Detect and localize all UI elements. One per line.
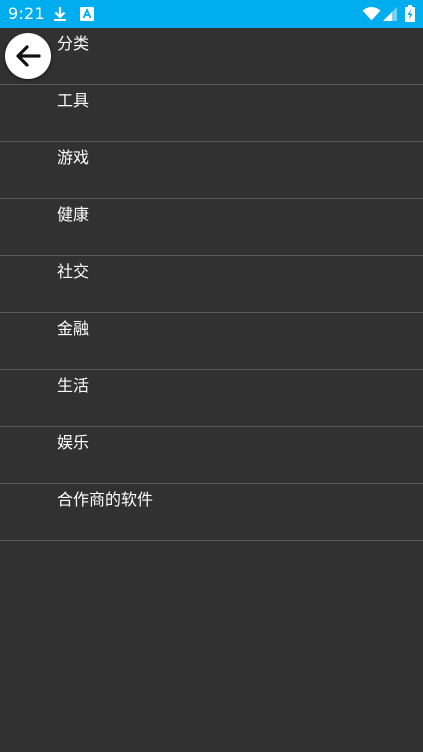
list-item-tools[interactable]: 工具 bbox=[0, 85, 423, 142]
battery-charging-icon bbox=[405, 5, 415, 22]
list-item-label: 健康 bbox=[57, 205, 90, 224]
list-item-label: 工具 bbox=[57, 91, 90, 110]
list-item-label: 游戏 bbox=[57, 148, 90, 167]
list-item-finance[interactable]: 金融 bbox=[0, 313, 423, 370]
list-item-category[interactable]: 分类 bbox=[0, 28, 423, 85]
list-item-label: 娱乐 bbox=[57, 433, 90, 452]
download-icon bbox=[53, 6, 67, 22]
list-item-life[interactable]: 生活 bbox=[0, 370, 423, 427]
a-notification-icon bbox=[80, 7, 94, 21]
list-item-social[interactable]: 社交 bbox=[0, 256, 423, 313]
arrow-left-icon bbox=[16, 45, 41, 67]
list-item-partner-software[interactable]: 合作商的软件 bbox=[0, 484, 423, 541]
list-item-label: 分类 bbox=[57, 34, 90, 53]
list-item-health[interactable]: 健康 bbox=[0, 199, 423, 256]
back-button[interactable] bbox=[5, 33, 51, 79]
list-item-label: 社交 bbox=[57, 262, 90, 281]
category-list: 分类 工具 游戏 健康 社交 金融 生活 娱乐 合作商的软件 bbox=[0, 28, 423, 541]
list-item-entertainment[interactable]: 娱乐 bbox=[0, 427, 423, 484]
wifi-icon bbox=[362, 6, 381, 21]
status-bar: 9:21 bbox=[0, 0, 423, 28]
list-item-label: 金融 bbox=[57, 319, 90, 338]
list-item-label: 合作商的软件 bbox=[57, 490, 154, 509]
list-item-games[interactable]: 游戏 bbox=[0, 142, 423, 199]
signal-icon bbox=[383, 7, 397, 21]
status-time: 9:21 bbox=[8, 4, 45, 23]
list-item-label: 生活 bbox=[57, 376, 90, 395]
